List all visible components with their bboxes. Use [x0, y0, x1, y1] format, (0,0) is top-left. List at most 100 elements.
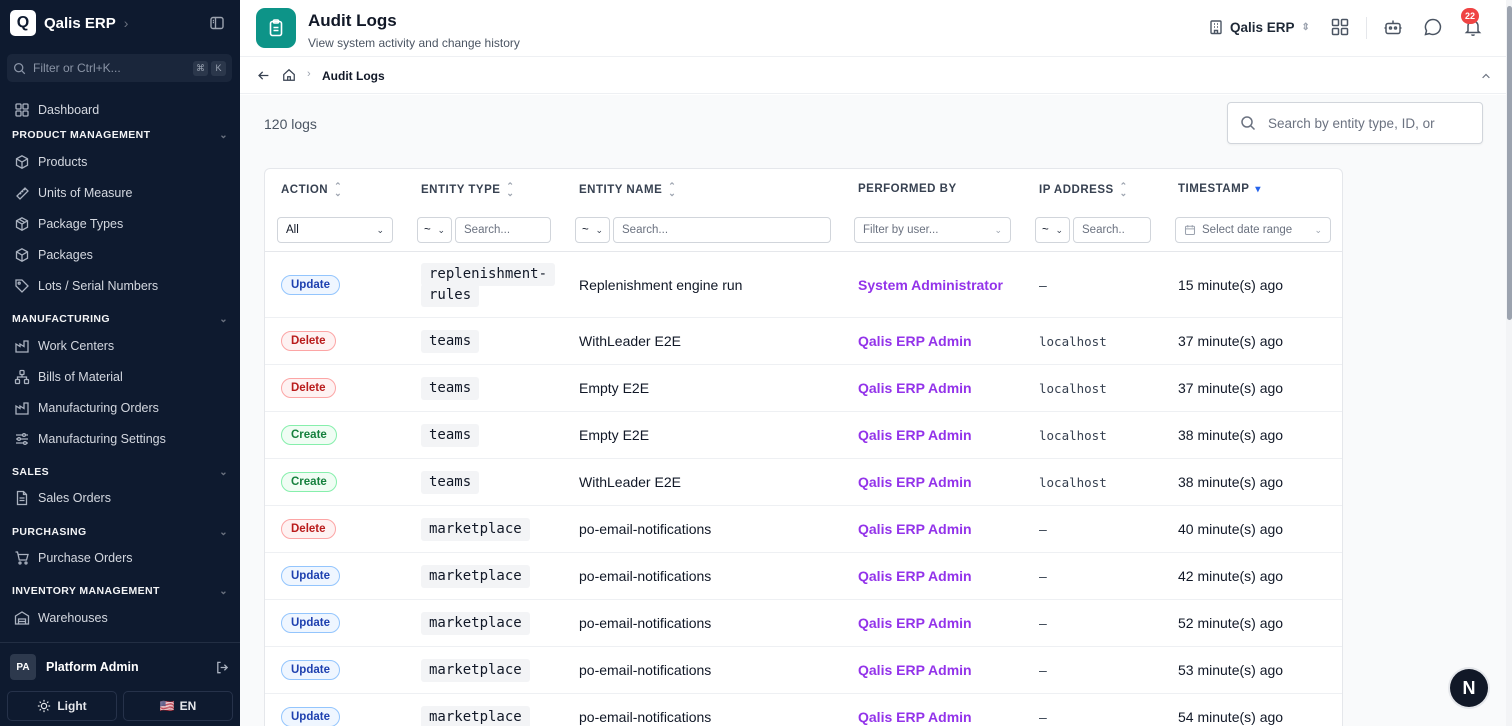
ip-address: – — [1039, 709, 1047, 725]
entity-type-code: rules — [421, 284, 480, 307]
sort-icon: ⌃ ⌄ — [1119, 181, 1128, 198]
scrollbar-thumb[interactable] — [1507, 6, 1512, 320]
table-row[interactable]: Update marketplace po-email-notification… — [265, 600, 1342, 647]
table-row[interactable]: Delete teams Empty E2E Qalis ERP Admin l… — [265, 365, 1342, 412]
entity-name-operator-select[interactable]: ~ ⌄ — [575, 217, 610, 243]
select-value: ~ — [1042, 224, 1049, 236]
ip-address: localhost — [1039, 381, 1107, 396]
timestamp: 52 minute(s) ago — [1178, 615, 1284, 631]
section-sales[interactable]: SALES ⌄ — [12, 464, 228, 480]
page-header: Audit Logs View system activity and chan… — [240, 0, 1512, 57]
log-count: 120 logs — [264, 116, 317, 132]
robot-icon[interactable] — [1383, 17, 1403, 37]
chevron-down-icon: ⌄ — [1055, 224, 1063, 235]
chevron-down-icon: ⌄ — [219, 129, 228, 141]
performed-by-link[interactable]: Qalis ERP Admin — [858, 662, 972, 678]
performed-by-link[interactable]: System Administrator — [858, 277, 1003, 293]
section-manufacturing[interactable]: MANUFACTURING ⌄ — [12, 311, 228, 327]
table-row[interactable]: Update marketplace po-email-notification… — [265, 553, 1342, 600]
sidebar-collapse-icon[interactable] — [209, 15, 225, 31]
section-label: INVENTORY MANAGEMENT — [12, 585, 160, 597]
column-header-entity-type[interactable]: ENTITY TYPE ⌃ ⌄ — [421, 181, 515, 198]
section-inventory-management[interactable]: INVENTORY MANAGEMENT ⌄ — [12, 583, 228, 599]
entity-type-search-input[interactable]: Search... — [455, 217, 551, 243]
sidebar-item-sales-orders[interactable]: Sales Orders — [14, 488, 111, 508]
tag-icon — [15, 279, 29, 293]
table-row[interactable]: Update marketplace po-email-notification… — [265, 647, 1342, 694]
sidebar-item-products[interactable]: Products — [14, 152, 87, 172]
performed-by-link[interactable]: Qalis ERP Admin — [858, 521, 972, 537]
performed-by-link[interactable]: Qalis ERP Admin — [858, 474, 972, 490]
entity-name-search-input[interactable]: Search... — [613, 217, 831, 243]
logout-icon[interactable] — [215, 660, 230, 675]
table-row[interactable]: Delete marketplace po-email-notification… — [265, 506, 1342, 553]
performed-by-link[interactable]: Qalis ERP Admin — [858, 615, 972, 631]
avatar: PA — [10, 654, 36, 680]
theme-toggle-button[interactable]: Light — [7, 691, 117, 721]
performed-by-link[interactable]: Qalis ERP Admin — [858, 709, 972, 725]
section-purchasing[interactable]: PURCHASING ⌄ — [12, 524, 228, 540]
user-menu[interactable]: PA Platform Admin — [10, 654, 230, 680]
entity-name: Replenishment engine run — [579, 277, 743, 293]
performed-by-link[interactable]: Qalis ERP Admin — [858, 380, 972, 396]
table-row[interactable]: Create teams Empty E2E Qalis ERP Admin l… — [265, 412, 1342, 459]
table-row[interactable]: Create teams WithLeader E2E Qalis ERP Ad… — [265, 459, 1342, 506]
back-arrow-icon[interactable] — [257, 69, 270, 82]
column-header-action[interactable]: ACTION ⌃ ⌄ — [281, 182, 342, 198]
entity-type-code: teams — [421, 330, 480, 353]
sidebar-item-purchase-orders[interactable]: Purchase Orders — [14, 548, 132, 568]
date-range-picker[interactable]: Select date range ⌄ — [1175, 217, 1331, 243]
table-row[interactable]: Update replenishment- rules Replenishmen… — [265, 252, 1342, 318]
ip-operator-select[interactable]: ~ ⌄ — [1035, 217, 1070, 243]
app-switcher[interactable]: Q Qalis ERP › — [10, 10, 128, 36]
ip-search-input[interactable]: Search.. — [1073, 217, 1151, 243]
package-icon — [15, 248, 29, 262]
column-header-ip-address[interactable]: IP ADDRESS ⌃ ⌄ — [1039, 181, 1128, 198]
sidebar-item-label: Manufacturing Orders — [38, 401, 159, 415]
sidebar-item-work-centers[interactable]: Work Centers — [14, 336, 114, 356]
sidebar-item-lots[interactable]: Lots / Serial Numbers — [14, 276, 158, 296]
home-icon[interactable] — [282, 68, 296, 82]
sidebar-item-manufacturing-settings[interactable]: Manufacturing Settings — [14, 429, 166, 449]
search-input[interactable]: Search by entity type, ID, or — [1227, 102, 1483, 144]
performed-by-link[interactable]: Qalis ERP Admin — [858, 427, 972, 443]
main-content: 120 logs Search by entity type, ID, or A… — [240, 95, 1506, 726]
chevron-down-icon: ⌄ — [376, 224, 384, 235]
performed-by-link[interactable]: Qalis ERP Admin — [858, 333, 972, 349]
document-icon — [16, 490, 28, 506]
sidebar-item-packages[interactable]: Packages — [14, 245, 93, 265]
chevron-up-icon[interactable] — [1480, 70, 1492, 82]
sort-icon: ⌃ ⌄ — [506, 181, 515, 198]
chat-icon[interactable] — [1423, 17, 1443, 37]
entity-type-code: replenishment- — [421, 263, 556, 286]
sidebar-item-dashboard[interactable]: Dashboard — [14, 100, 99, 120]
box-icon — [15, 155, 29, 169]
sidebar-item-package-types[interactable]: Package Types — [14, 214, 123, 234]
table-row[interactable]: Delete teams WithLeader E2E Qalis ERP Ad… — [265, 318, 1342, 365]
sidebar-item-manufacturing-orders[interactable]: Manufacturing Orders — [14, 398, 159, 418]
sidebar-item-label: Products — [38, 155, 88, 169]
column-header-entity-name[interactable]: ENTITY NAME ⌃ ⌄ — [579, 182, 676, 198]
company-switcher[interactable]: Qalis ERP ⇕ — [1208, 19, 1310, 35]
sidebar-item-label: Purchase Orders — [38, 551, 133, 565]
performed-by-link[interactable]: Qalis ERP Admin — [858, 568, 972, 584]
page-title: Audit Logs — [308, 11, 397, 30]
sidebar-item-warehouses[interactable]: Warehouses — [14, 608, 108, 628]
assistant-fab-button[interactable]: N — [1450, 669, 1488, 707]
sidebar-item-bills-of-material[interactable]: Bills of Material — [14, 367, 123, 387]
sidebar-item-units-of-measure[interactable]: Units of Measure — [14, 183, 132, 203]
section-label: PRODUCT MANAGEMENT — [12, 129, 151, 141]
column-header-timestamp[interactable]: TIMESTAMP ▾ — [1178, 183, 1261, 195]
language-button[interactable]: 🇺🇸 EN — [123, 691, 233, 721]
user-filter-select[interactable]: Filter by user... ⌄ — [854, 217, 1011, 243]
section-product-management[interactable]: PRODUCT MANAGEMENT ⌄ — [12, 127, 228, 143]
table-row[interactable]: Update marketplace po-email-notification… — [265, 694, 1342, 726]
action-filter-select[interactable]: All ⌄ — [277, 217, 393, 243]
sidebar-filter-input[interactable]: Filter or Ctrl+K... ⌘ K — [7, 54, 232, 82]
entity-type-operator-select[interactable]: ~ ⌄ — [417, 217, 452, 243]
action-badge: Update — [281, 566, 340, 586]
sidebar-item-label: Packages — [38, 248, 93, 262]
action-badge: Delete — [281, 378, 336, 398]
entity-type-code: marketplace — [421, 612, 530, 635]
apps-grid-icon[interactable] — [1330, 17, 1350, 37]
